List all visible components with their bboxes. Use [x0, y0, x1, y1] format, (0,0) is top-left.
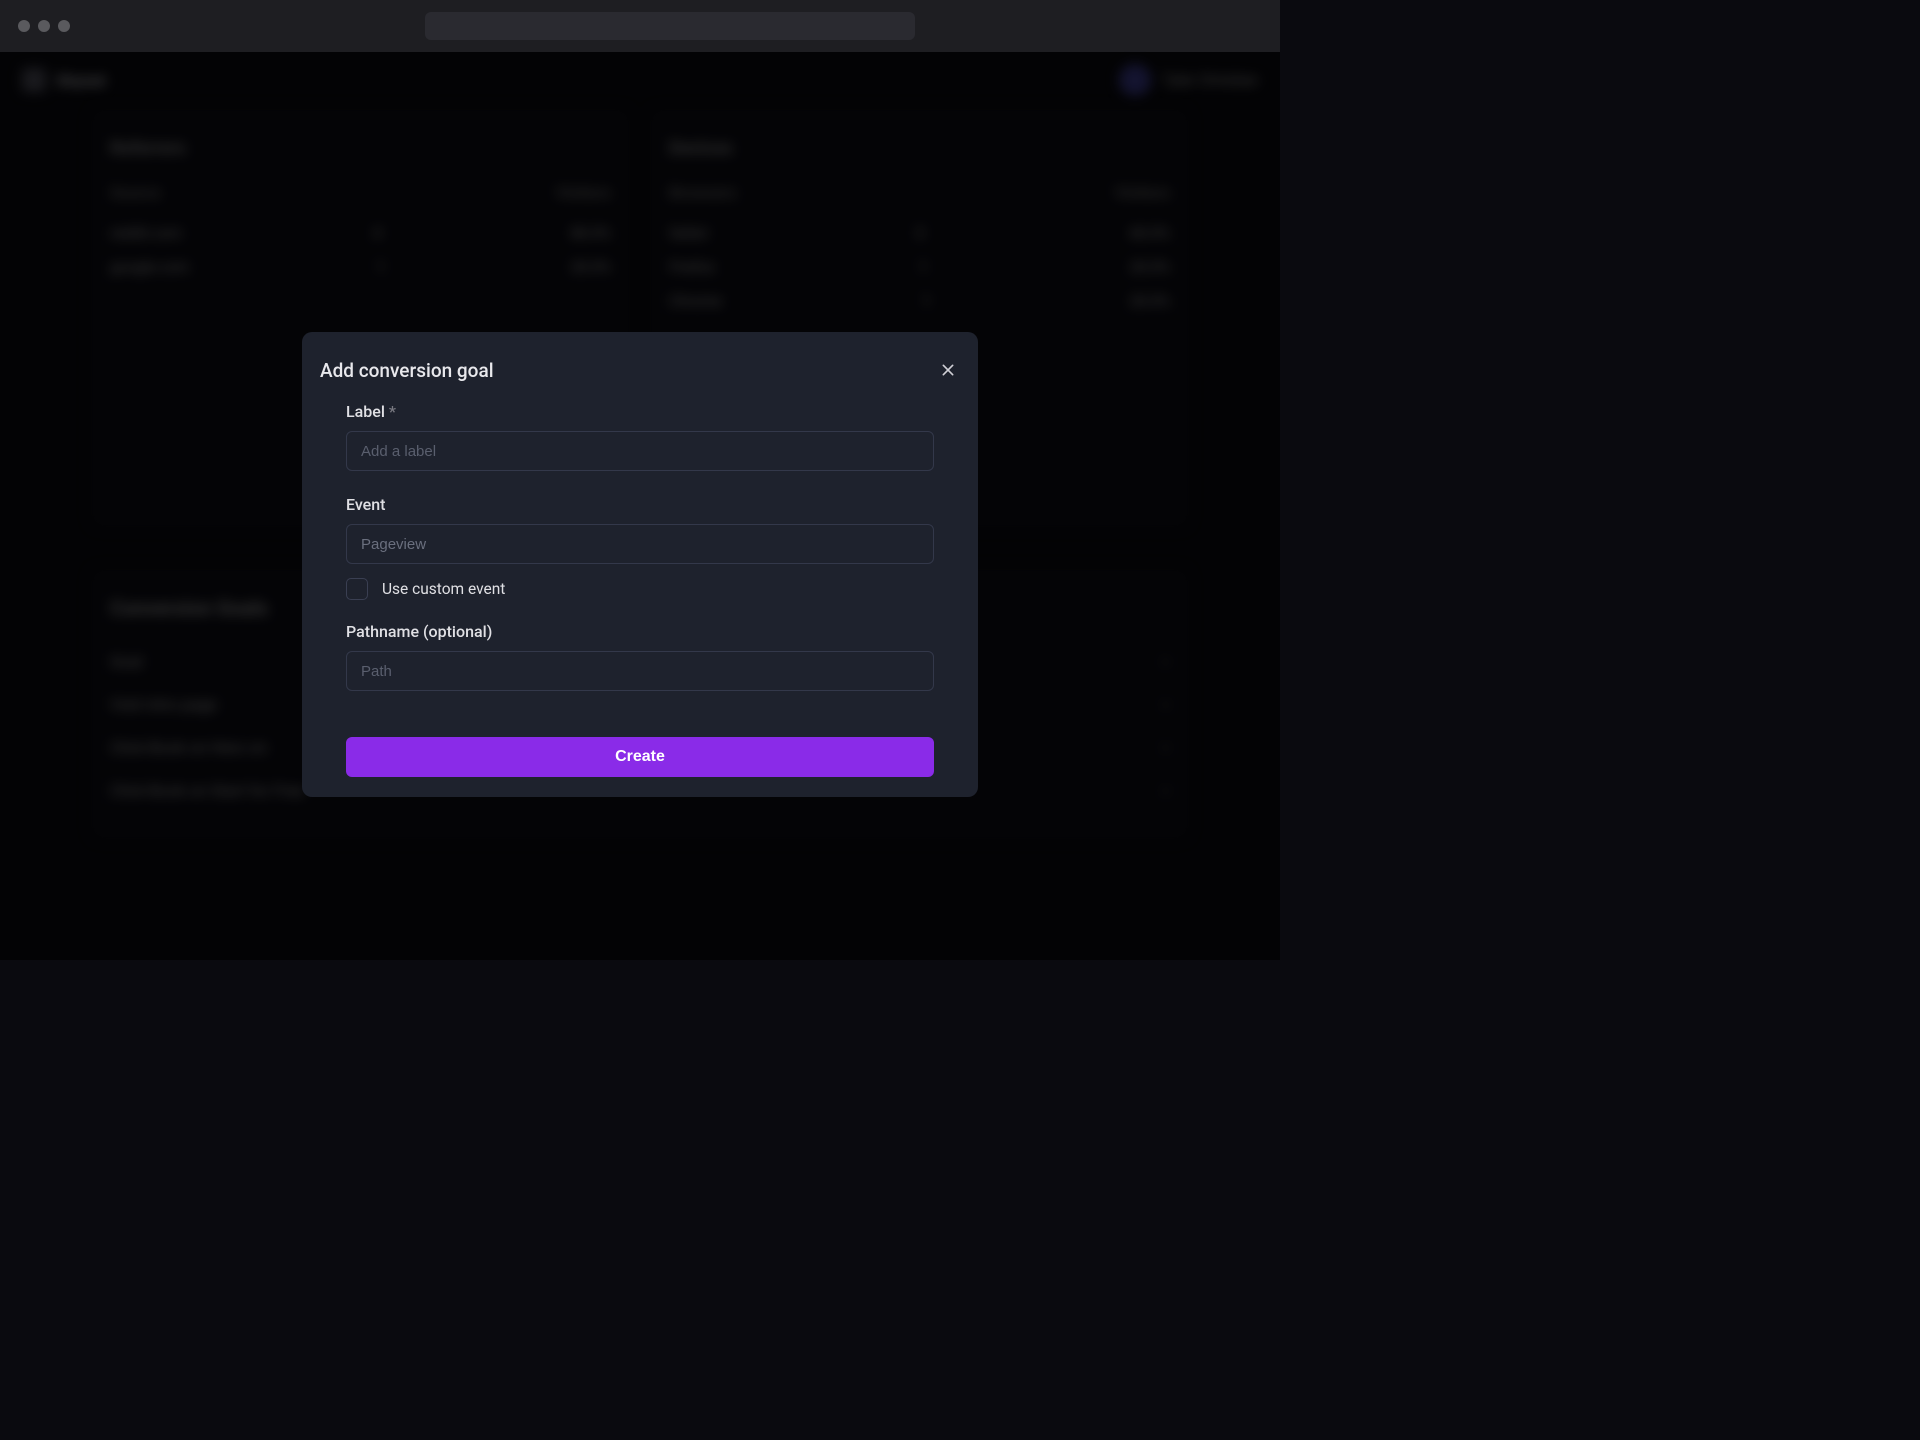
label-field-label: Label * — [346, 402, 934, 421]
create-button[interactable]: Create — [346, 737, 934, 777]
window-controls — [18, 20, 70, 32]
window-close-dot[interactable] — [18, 20, 30, 32]
custom-event-checkbox-label[interactable]: Use custom event — [382, 580, 505, 598]
event-form-group: Event — [346, 495, 934, 564]
pathname-input[interactable] — [346, 651, 934, 691]
pathname-form-group: Pathname (optional) — [346, 622, 934, 691]
label-input[interactable] — [346, 431, 934, 471]
custom-event-checkbox[interactable] — [346, 578, 368, 600]
close-icon — [940, 362, 956, 378]
close-button[interactable] — [936, 358, 960, 382]
modal-title: Add conversion goal — [320, 359, 494, 382]
event-input[interactable] — [346, 524, 934, 564]
url-bar[interactable] — [425, 12, 915, 40]
window-min-dot[interactable] — [38, 20, 50, 32]
event-field-label: Event — [346, 495, 934, 514]
add-conversion-goal-modal: Add conversion goal Label * Event Use cu… — [302, 332, 978, 797]
modal-body: Label * Event Use custom event Pathname … — [320, 402, 960, 777]
browser-chrome — [0, 0, 1280, 52]
window-max-dot[interactable] — [58, 20, 70, 32]
pathname-field-label: Pathname (optional) — [346, 622, 934, 641]
custom-event-checkbox-row: Use custom event — [346, 578, 934, 600]
label-form-group: Label * — [346, 402, 934, 471]
modal-header: Add conversion goal — [320, 358, 960, 402]
